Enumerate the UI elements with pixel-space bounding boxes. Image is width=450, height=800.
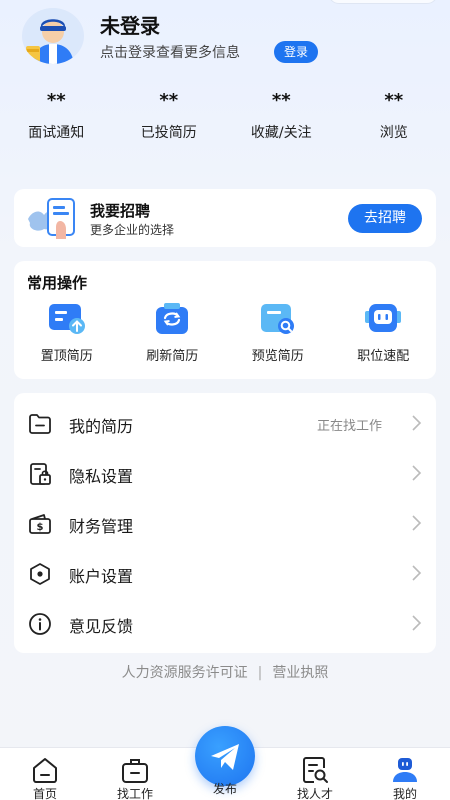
hexagon-settings-icon: [28, 562, 52, 586]
tab-label: 首页: [32, 787, 57, 800]
stat-value: **: [159, 90, 179, 111]
stat-applied-resumes[interactable]: ** 已投简历: [113, 86, 226, 150]
menu-item-feedback[interactable]: 意见反馈: [14, 598, 436, 648]
home-icon: [30, 756, 60, 784]
chevron-right-icon: [410, 465, 422, 481]
stat-label: 收藏/关注: [250, 125, 312, 141]
stat-views[interactable]: ** 浏览: [338, 86, 450, 150]
tab-label: 找人才: [296, 787, 333, 800]
op-label: 职位速配: [357, 349, 410, 364]
recruit-subtitle: 更多企业的选择: [90, 223, 175, 237]
menu-item-my-resume[interactable]: 我的简历 正在找工作: [14, 398, 436, 448]
menu-label: 意见反馈: [69, 617, 134, 636]
resume-status-value: 正在找工作: [316, 419, 382, 434]
pin-resume-icon: [47, 301, 87, 337]
info-icon: [28, 612, 52, 636]
folder-icon: [28, 412, 52, 436]
recruit-card[interactable]: 我要招聘 更多企业的选择 去招聘: [14, 189, 436, 247]
talent-search-icon: [300, 756, 330, 784]
op-label: 预览简历: [251, 349, 304, 364]
stat-interview-notice[interactable]: ** 面试通知: [0, 86, 113, 150]
op-refresh-resume[interactable]: 刷新简历: [120, 299, 226, 364]
profile-header[interactable]: 未登录 点击登录查看更多信息 登录: [22, 8, 432, 68]
footer-separator: |: [257, 665, 263, 681]
wallet-icon: $: [28, 512, 52, 536]
go-recruit-button[interactable]: 去招聘: [348, 204, 422, 233]
login-button[interactable]: 登录: [274, 41, 319, 63]
briefcase-icon: [120, 756, 150, 784]
op-preview-resume[interactable]: 预览简历: [225, 299, 331, 364]
business-license-link[interactable]: 营业执照: [272, 665, 328, 681]
common-operations-card: 常用操作 置顶简历 刷新简历 预览简历 职位速配: [14, 261, 436, 379]
recruit-title: 我要招聘: [90, 202, 151, 220]
chevron-right-icon: [410, 415, 422, 431]
profile-icon: [390, 756, 420, 784]
tab-label: 我的: [392, 787, 417, 800]
tab-mine[interactable]: 我的: [360, 748, 450, 800]
hr-license-link[interactable]: 人力资源服务许可证: [122, 665, 248, 681]
menu-item-privacy[interactable]: 隐私设置: [14, 448, 436, 498]
op-label: 置顶简历: [40, 349, 93, 364]
stat-label: 浏览: [379, 125, 408, 141]
bottom-tab-bar: 首页 找工作 发布 找人才 我的: [0, 726, 450, 800]
stat-value: **: [384, 90, 404, 111]
footer-links: 人力资源服务许可证 | 营业执照: [0, 662, 450, 682]
username[interactable]: 未登录: [100, 10, 160, 39]
menu-label: 财务管理: [69, 517, 134, 536]
recruit-illustration-icon: [26, 197, 98, 241]
tab-publish[interactable]: 发布: [180, 726, 270, 800]
stat-value: **: [271, 90, 291, 111]
svg-text:$: $: [37, 522, 44, 533]
chevron-right-icon: [410, 615, 422, 631]
chevron-right-icon: [410, 515, 422, 531]
menu-label: 我的简历: [69, 417, 134, 436]
op-job-match[interactable]: 职位速配: [331, 299, 437, 364]
avatar[interactable]: [22, 8, 84, 64]
stat-label: 面试通知: [28, 125, 85, 141]
stat-label: 已投简历: [140, 125, 197, 141]
refresh-resume-icon: [152, 301, 192, 337]
menu-label: 隐私设置: [69, 467, 134, 486]
login-hint[interactable]: 点击登录查看更多信息: [100, 42, 240, 62]
stats-row: ** 面试通知 ** 已投简历 ** 收藏/关注 ** 浏览: [0, 86, 450, 150]
ops-row: 置顶简历 刷新简历 预览简历 职位速配: [14, 299, 436, 364]
chevron-right-icon: [410, 565, 422, 581]
paper-plane-icon[interactable]: [195, 726, 255, 786]
ops-title: 常用操作: [27, 274, 88, 292]
menu-item-account[interactable]: 账户设置: [14, 548, 436, 598]
op-label: 刷新简历: [146, 349, 199, 364]
settings-menu: 我的简历 正在找工作 隐私设置 $ 财务管理 账户设置 意见反馈: [14, 393, 436, 653]
stat-favorites[interactable]: ** 收藏/关注: [225, 86, 338, 150]
menu-label: 账户设置: [69, 567, 134, 586]
top-right-pill[interactable]: [328, 0, 438, 4]
tab-find-job[interactable]: 找工作: [90, 748, 180, 800]
tab-label: 找工作: [116, 787, 153, 800]
job-match-icon: [363, 301, 403, 337]
menu-item-finance[interactable]: $ 财务管理: [14, 498, 436, 548]
stat-value: **: [46, 90, 66, 111]
privacy-lock-icon: [28, 462, 52, 486]
tab-label: 发布: [212, 782, 237, 796]
preview-resume-icon: [258, 301, 298, 337]
op-pin-resume[interactable]: 置顶简历: [14, 299, 120, 364]
tab-find-talent[interactable]: 找人才: [270, 748, 360, 800]
tab-home[interactable]: 首页: [0, 748, 90, 800]
